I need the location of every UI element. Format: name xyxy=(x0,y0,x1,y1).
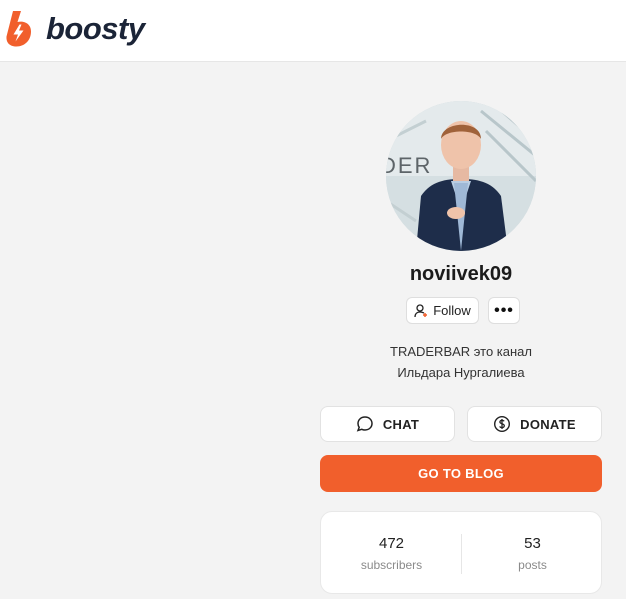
add-user-icon xyxy=(414,303,428,317)
avatar-photo: DER xyxy=(386,101,536,251)
posts-stat[interactable]: 53 posts xyxy=(462,512,603,595)
subscribers-stat[interactable]: 472 subscribers xyxy=(321,512,462,595)
boosty-bolt-icon xyxy=(6,11,31,47)
go-to-blog-button[interactable]: GO TO BLOG xyxy=(320,455,602,492)
subscribers-count: 472 xyxy=(378,535,405,552)
follow-button[interactable]: Follow xyxy=(406,297,479,324)
avatar: DER xyxy=(386,101,536,251)
description-line: TRADERBAR это канал xyxy=(390,344,532,359)
posts-label: posts xyxy=(518,558,547,572)
svg-text:DER: DER xyxy=(386,153,432,178)
description-line: Ильдара Нургалиева xyxy=(397,365,525,380)
chat-bubble-icon xyxy=(356,416,373,432)
donate-button[interactable]: DONATE xyxy=(467,406,602,442)
follow-label: Follow xyxy=(433,303,471,318)
donate-label: DONATE xyxy=(520,416,576,432)
brand-name: boosty xyxy=(46,11,145,46)
chat-label: CHAT xyxy=(382,416,420,432)
top-header: boosty xyxy=(0,0,626,62)
profile-username: noviivek09 xyxy=(409,263,513,285)
more-dots-icon: ••• xyxy=(494,301,514,319)
profile-stats: 472 subscribers 53 posts xyxy=(320,511,602,594)
more-options-button[interactable]: ••• xyxy=(488,297,520,324)
dollar-coin-icon xyxy=(494,415,511,433)
posts-count: 53 xyxy=(524,535,541,552)
profile-description: TRADERBAR это канал Ильдара Нургалиева xyxy=(320,341,602,383)
boosty-logo[interactable]: boosty xyxy=(4,10,145,48)
subscribers-label: subscribers xyxy=(360,558,423,572)
chat-button[interactable]: CHAT xyxy=(320,406,455,442)
